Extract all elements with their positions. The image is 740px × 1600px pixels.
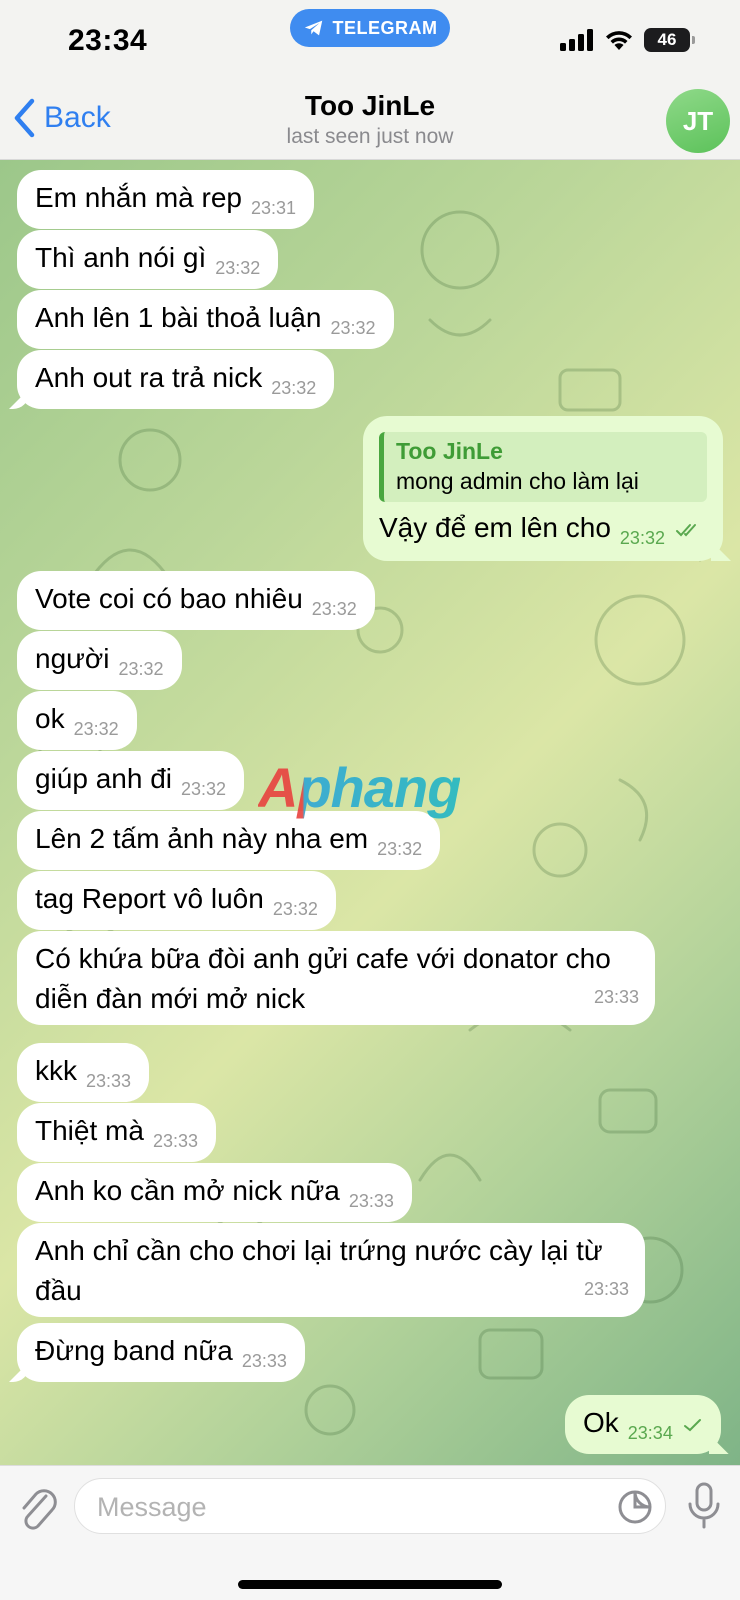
- telegram-pill[interactable]: TELEGRAM: [290, 9, 450, 47]
- message-text: Anh chỉ cần cho chơi lại trứng nước cày …: [35, 1235, 603, 1306]
- message-bubble-incoming[interactable]: ok 23:32: [17, 691, 137, 750]
- microphone-icon[interactable]: [684, 1480, 724, 1532]
- message-text: Có khứa bữa đòi anh gửi cafe với donator…: [35, 943, 611, 1014]
- message-bubble-incoming[interactable]: Vote coi có bao nhiêu 23:32: [17, 571, 375, 630]
- message-time: 23:32: [271, 378, 317, 398]
- double-check-icon: [675, 523, 696, 537]
- message-time: 23:33: [348, 1191, 394, 1211]
- message-time: 23:33: [152, 1131, 198, 1151]
- message-bubble-incoming[interactable]: Đừng band nữa 23:33: [17, 1323, 305, 1382]
- message-text: Em nhắn mà rep: [35, 182, 242, 213]
- message-time: 23:32: [118, 659, 164, 679]
- message-list[interactable]: Em nhắn mà rep 23:31 Thì anh nói gì 23:32 …: [0, 160, 740, 1465]
- message-time: 23:33: [583, 1279, 629, 1299]
- message-bubble-incoming[interactable]: Anh out ra trả nick 23:32: [17, 350, 335, 409]
- message-bubble-incoming[interactable]: Anh ko cần mở nick nữa 23:33: [17, 1163, 412, 1222]
- message-text: kkk: [35, 1055, 77, 1086]
- message-text: Thiệt mà: [35, 1115, 144, 1146]
- message-text: Anh out ra trả nick: [35, 362, 263, 393]
- wifi-icon: [606, 31, 632, 50]
- battery-level: 46: [657, 30, 677, 49]
- message-input[interactable]: [97, 1489, 577, 1525]
- reply-text: mong admin cho làm lại: [396, 468, 639, 494]
- reply-quote[interactable]: Too JinLe mong admin cho làm lại: [379, 432, 707, 502]
- message-bubble-incoming[interactable]: giúp anh đi 23:32: [17, 751, 245, 810]
- message-bubble-incoming[interactable]: tag Report vô luôn 23:32: [17, 871, 336, 930]
- message-bubble-incoming[interactable]: người 23:32: [17, 631, 182, 690]
- message-time: 23:33: [86, 1071, 132, 1091]
- message-text: Anh lên 1 bài thoả luận: [35, 302, 322, 333]
- message-text: người: [35, 643, 110, 674]
- paperclip-icon[interactable]: [16, 1484, 60, 1536]
- message-text: Thì anh nói gì: [35, 242, 207, 273]
- contact-name[interactable]: Too JinLe: [0, 90, 740, 122]
- message-time: 23:31: [251, 198, 297, 218]
- home-indicator[interactable]: [238, 1580, 502, 1589]
- avatar-initials: JT: [682, 105, 714, 136]
- message-bubble-incoming[interactable]: Có khứa bữa đòi anh gửi cafe với donator…: [17, 931, 655, 1025]
- telegram-icon: [304, 20, 322, 36]
- message-bubble-incoming[interactable]: Thiệt mà 23:33: [17, 1103, 216, 1162]
- message-time: 23:32: [330, 318, 376, 338]
- system-indicators: 46: [560, 28, 695, 52]
- status-time: 23:34: [68, 24, 148, 57]
- message-field[interactable]: [74, 1478, 666, 1534]
- message-bubble-incoming[interactable]: kkk 23:33: [17, 1043, 150, 1102]
- watermark-logo: Aphang: [258, 756, 461, 819]
- battery-icon: 46: [644, 28, 695, 52]
- message-time: 23:32: [73, 719, 119, 739]
- composer-bar: [0, 1465, 740, 1600]
- message-time: 23:32: [619, 528, 665, 548]
- avatar[interactable]: JT: [666, 89, 730, 153]
- message-time: 23:32: [215, 258, 261, 278]
- message-bubble-incoming[interactable]: Thì anh nói gì 23:32: [17, 230, 279, 289]
- message-time: 23:32: [377, 839, 423, 859]
- check-icon: [683, 1418, 701, 1431]
- message-text: tag Report vô luôn: [35, 883, 264, 914]
- message-bubble-incoming[interactable]: Em nhắn mà rep 23:31: [17, 170, 315, 229]
- reply-sender: Too JinLe: [396, 438, 503, 464]
- message-bubble-outgoing[interactable]: Ok 23:34: [565, 1395, 721, 1454]
- message-bubble-incoming[interactable]: Anh lên 1 bài thoả luận 23:32: [17, 290, 394, 349]
- message-bubble-incoming[interactable]: Anh chỉ cần cho chơi lại trứng nước cày …: [17, 1223, 645, 1317]
- message-time: 23:32: [311, 599, 357, 619]
- chat-header: 23:34 TELEGRAM 46 Back Too JinLe last se…: [0, 0, 740, 160]
- message-time: 23:34: [627, 1423, 673, 1443]
- message-text: giúp anh đi: [35, 763, 173, 794]
- message-text: Đừng band nữa: [35, 1335, 233, 1366]
- message-text: Vậy để em lên cho: [379, 512, 611, 543]
- message-text: Vote coi có bao nhiêu: [35, 583, 303, 614]
- message-text: Lên 2 tấm ảnh này nha em: [35, 823, 369, 854]
- message-text: Anh ko cần mở nick nữa: [35, 1175, 340, 1206]
- message-time: 23:33: [241, 1351, 287, 1371]
- message-text: Ok: [583, 1407, 619, 1438]
- message-time: 23:32: [181, 779, 227, 799]
- message-text: ok: [35, 703, 65, 734]
- message-time: 23:32: [272, 899, 318, 919]
- telegram-pill-label: TELEGRAM: [332, 17, 438, 38]
- message-time: 23:33: [593, 987, 639, 1007]
- sticker-icon[interactable]: [617, 1489, 653, 1525]
- last-seen-status: last seen just now: [286, 125, 454, 148]
- signal-icon: [560, 29, 593, 51]
- message-bubble-outgoing[interactable]: Too JinLe mong admin cho làm lại Vậy để …: [363, 416, 723, 561]
